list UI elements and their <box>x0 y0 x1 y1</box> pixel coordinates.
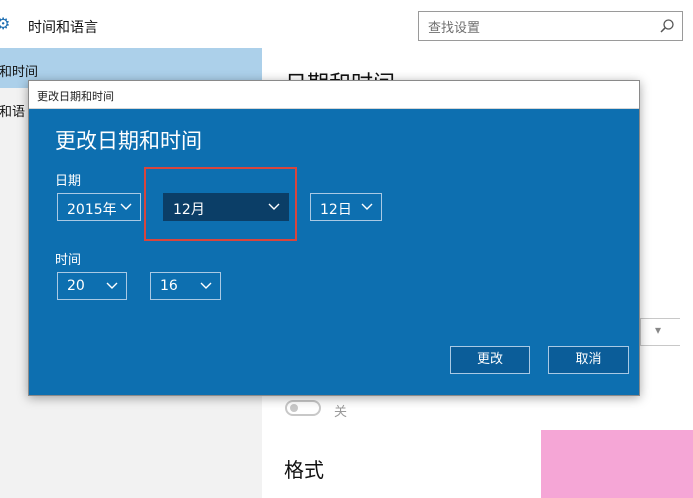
year-value: 2015年 <box>67 202 117 218</box>
overlay-patch <box>541 430 693 498</box>
hour-dropdown[interactable]: 20 <box>57 272 127 300</box>
search-input[interactable]: 查找设置 <box>418 11 683 41</box>
toggle-knob <box>290 404 298 412</box>
gear-icon: ⚙ <box>0 14 11 33</box>
chevron-down-icon <box>120 203 132 210</box>
chevron-down-icon <box>361 203 373 210</box>
search-icon[interactable] <box>659 18 675 34</box>
chevron-down-icon <box>200 282 212 289</box>
change-date-time-dialog: 更改日期和时间 更改日期和时间 日期 2015年 12月 12日 时间 20 1… <box>28 80 640 396</box>
time-label: 时间 <box>55 253 82 268</box>
change-button[interactable]: 更改 <box>450 346 530 374</box>
app-title: 时间和语言 <box>28 20 98 36</box>
dialog-heading: 更改日期和时间 <box>55 129 202 153</box>
minute-dropdown[interactable]: 16 <box>150 272 221 300</box>
year-dropdown[interactable]: 2015年 <box>57 193 141 221</box>
hour-value: 20 <box>67 278 85 294</box>
dialog-titlebar-text: 更改日期和时间 <box>37 90 114 103</box>
date-label: 日期 <box>55 174 82 189</box>
chevron-down-icon: ▾ <box>655 323 662 337</box>
search-placeholder: 查找设置 <box>428 21 481 36</box>
settings-dropdown[interactable]: ▾ <box>640 318 680 346</box>
sidebar-item-label: 期和时间 <box>0 65 39 80</box>
day-value: 12日 <box>320 202 352 218</box>
toggle-switch[interactable] <box>285 400 321 416</box>
dialog-titlebar[interactable]: 更改日期和时间 <box>29 81 639 109</box>
cancel-button[interactable]: 取消 <box>548 346 629 374</box>
minute-value: 16 <box>160 278 178 294</box>
day-dropdown[interactable]: 12日 <box>310 193 382 221</box>
chevron-down-icon <box>106 282 118 289</box>
toggle-state-label: 关 <box>334 405 348 420</box>
app-header: ⚙ 时间和语言 查找设置 <box>0 0 693 48</box>
section-heading-format: 格式 <box>284 458 324 482</box>
sidebar-item-label: 域和语 <box>0 105 26 120</box>
highlight-box <box>144 167 297 241</box>
